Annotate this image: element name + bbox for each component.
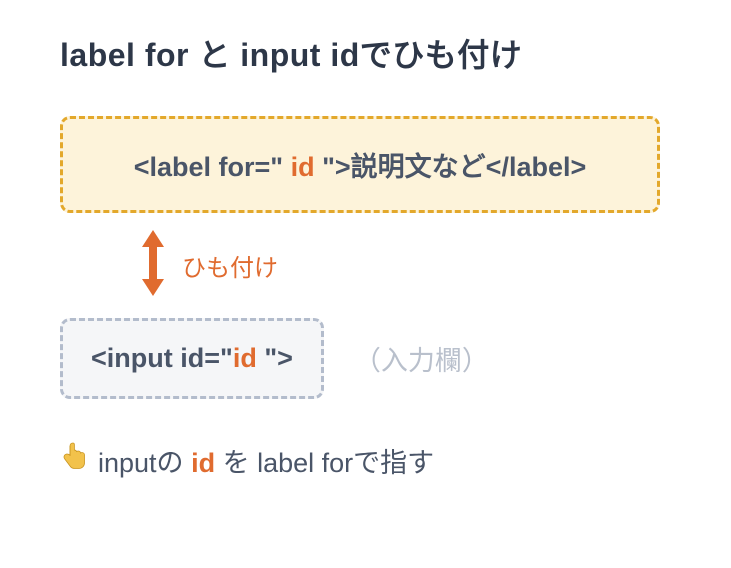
label-tag-close: </label> [486, 152, 587, 182]
input-element-box: <input id="id "> [60, 318, 324, 399]
label-for-id-highlight: id [283, 152, 322, 182]
input-row: <input id="id "> （入力欄） [60, 318, 671, 399]
input-placeholder-note: （入力欄） [354, 339, 489, 378]
title-part-4: でひも付け [360, 37, 523, 73]
footer-pre: inputの [98, 448, 191, 478]
title-part-3: input id [231, 37, 360, 73]
footer-note: inputの id を label forで指す [60, 441, 671, 480]
title-part-1: label for [60, 37, 198, 73]
footer-id-highlight: id [191, 448, 215, 478]
connector-label: ひも付け [182, 248, 278, 283]
diagram-title: label for と input idでひも付け [60, 30, 671, 76]
label-tag-open-close: "> [322, 152, 351, 182]
footer-text: inputの id を label forで指す [98, 441, 434, 480]
label-content-text: 説明文など [351, 152, 486, 182]
input-id-highlight: id [233, 343, 265, 373]
label-element-box: <label for=" id ">説明文など</label> [60, 116, 660, 213]
pointing-finger-icon [60, 441, 88, 480]
input-tag-open: <input id=" [91, 343, 233, 373]
footer-mid: を label for [215, 448, 353, 478]
title-part-2: と [198, 37, 231, 73]
input-tag-close: "> [264, 343, 293, 373]
label-tag-open: <label for=" [134, 152, 283, 182]
double-arrow-icon [138, 227, 168, 304]
connector-row: ひも付け [138, 227, 671, 304]
footer-post: で指す [353, 448, 434, 478]
